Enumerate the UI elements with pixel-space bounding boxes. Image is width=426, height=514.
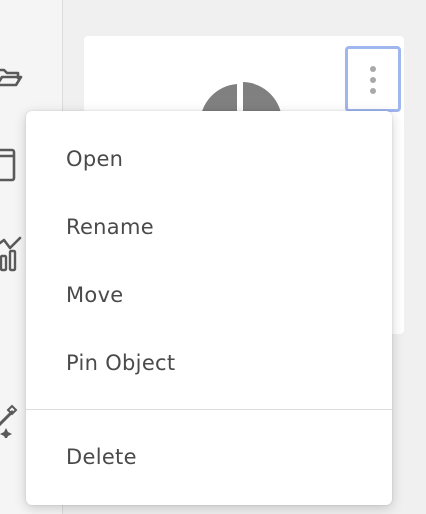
menu-divider <box>26 409 392 410</box>
menu-item-delete[interactable]: Delete <box>26 431 392 483</box>
menu-item-move[interactable]: Move <box>26 269 392 321</box>
kebab-dot <box>370 88 376 94</box>
kebab-dot <box>370 77 376 83</box>
menu-item-rename[interactable]: Rename <box>26 201 392 253</box>
context-menu: Open Rename Move Pin Object Delete <box>26 111 392 505</box>
kebab-menu-button[interactable] <box>345 46 401 112</box>
chart-icon[interactable] <box>0 236 24 272</box>
menu-item-open[interactable]: Open <box>26 133 392 185</box>
window-icon[interactable] <box>0 146 24 182</box>
magic-wand-icon[interactable] <box>0 402 24 438</box>
kebab-dot <box>370 66 376 72</box>
folder-open-icon[interactable] <box>0 58 24 94</box>
menu-item-pin-object[interactable]: Pin Object <box>26 337 392 389</box>
